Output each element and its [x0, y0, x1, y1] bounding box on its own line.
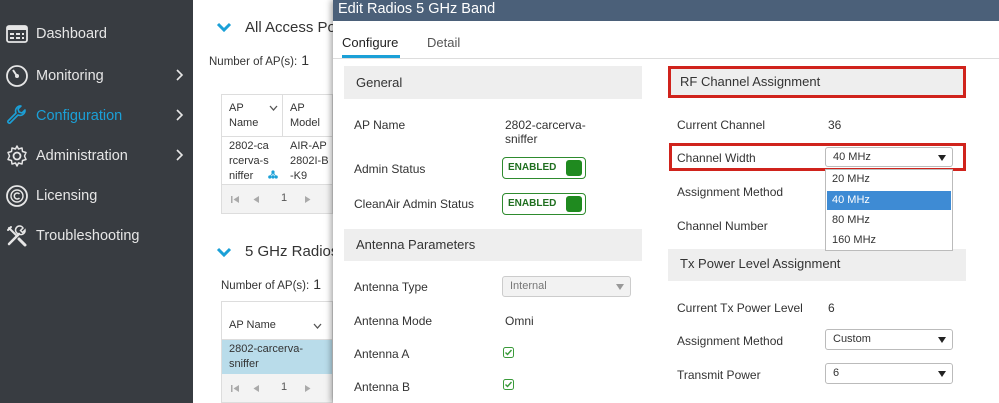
- radio-count: Number of AP(s): 1: [221, 276, 321, 292]
- ap-model-cell: AIR-AP2802I-B-K9: [290, 140, 329, 182]
- tx-assignment-method-label: Assignment Method: [677, 334, 784, 348]
- sidebar-item-label: Administration: [36, 148, 128, 164]
- channel-number-label: Channel Number: [677, 219, 768, 233]
- sidebar: Dashboard Monitoring Configuration Admin…: [0, 0, 193, 403]
- channel-width-label: Channel Width: [677, 151, 756, 165]
- dashboard-icon: [6, 25, 28, 43]
- licensing-icon: [6, 185, 28, 207]
- admin-status-toggle[interactable]: ENABLED: [502, 157, 586, 179]
- sidebar-item-label: Dashboard: [36, 26, 107, 42]
- channel-width-select[interactable]: 40 MHz: [825, 147, 953, 167]
- sort-chevron-icon[interactable]: [269, 105, 278, 111]
- sidebar-item-troubleshooting[interactable]: Troubleshooting: [0, 216, 193, 256]
- antenna-mode-value: Omni: [505, 314, 534, 328]
- channel-width-option-20[interactable]: 20 MHz: [827, 170, 951, 189]
- tab-detail[interactable]: Detail: [427, 35, 460, 50]
- gear-icon: [7, 145, 27, 167]
- ap-name-cell[interactable]: 2802-carcerva-sniffer: [229, 342, 319, 372]
- ap-name-value: 2802-carcerva-sniffer: [505, 118, 586, 146]
- tabs-divider: [333, 58, 999, 59]
- monitoring-icon: [6, 65, 28, 87]
- wrench-icon: [7, 105, 26, 124]
- previous-page-icon[interactable]: [252, 384, 260, 393]
- tx-power-section-header: Tx Power Level Assignment: [668, 249, 966, 281]
- current-channel-value: 36: [828, 118, 842, 132]
- rf-channel-highlight: [668, 66, 966, 98]
- channel-width-option-160[interactable]: 160 MHz: [827, 231, 951, 250]
- antenna-type-select[interactable]: Internal: [502, 276, 631, 297]
- section-title-access-points: All Access Po: [245, 19, 336, 36]
- current-tx-power-value: 6: [828, 301, 835, 315]
- antenna-mode-label: Antenna Mode: [354, 314, 433, 328]
- channel-width-option-40[interactable]: 40 MHz: [827, 191, 951, 210]
- column-header-ap-model[interactable]: AP Model: [290, 101, 330, 131]
- next-page-icon[interactable]: [304, 384, 312, 393]
- antenna-section-header: Antenna Parameters: [344, 229, 642, 261]
- cleanair-status-label: CleanAir Admin Status: [354, 197, 475, 211]
- toggle-knob: [566, 196, 582, 212]
- tx-assignment-method-value: Custom: [833, 333, 871, 345]
- caret-down-icon: [616, 284, 624, 290]
- column-header-ap-name[interactable]: AP Name: [229, 101, 261, 131]
- caret-down-icon: [938, 155, 946, 161]
- antenna-type-label: Antenna Type: [354, 280, 428, 294]
- chevron-right-icon: [176, 109, 184, 121]
- ap-name-label: AP Name: [354, 118, 406, 132]
- toggle-knob: [566, 160, 582, 176]
- current-tx-power-label: Current Tx Power Level: [677, 301, 803, 315]
- current-channel-label: Current Channel: [677, 118, 766, 132]
- channel-width-option-80[interactable]: 80 MHz: [827, 211, 951, 230]
- access-points-table: AP Name AP Model 2802-carcerva-sniffer A…: [221, 94, 333, 214]
- general-section-header: General: [344, 66, 642, 99]
- transmit-power-value: 6: [833, 367, 840, 379]
- antenna-a-checkbox[interactable]: [503, 347, 514, 358]
- chevron-right-icon: [176, 69, 184, 81]
- column-header-ap-name[interactable]: AP Name: [229, 318, 276, 333]
- transmit-power-select[interactable]: 6: [825, 363, 953, 384]
- sidebar-item-administration[interactable]: Administration: [0, 136, 193, 176]
- modal-title: Edit Radios 5 GHz Band: [333, 0, 999, 21]
- sidebar-item-licensing[interactable]: Licensing: [0, 176, 193, 216]
- page-number[interactable]: 1: [281, 192, 287, 204]
- antenna-b-checkbox[interactable]: [503, 379, 514, 390]
- antenna-type-value: Internal: [510, 280, 547, 292]
- chevron-down-icon[interactable]: [216, 246, 232, 258]
- antenna-a-label: Antenna A: [354, 347, 410, 361]
- background-content: All Access Po Number of AP(s): 1 AP Name …: [193, 0, 338, 403]
- antenna-b-label: Antenna B: [354, 380, 411, 394]
- channel-width-value: 40 MHz: [833, 151, 871, 163]
- sidebar-item-configuration[interactable]: Configuration: [0, 96, 193, 136]
- ap-count: Number of AP(s): 1: [209, 52, 309, 68]
- chevron-down-icon[interactable]: [216, 21, 232, 33]
- sidebar-item-monitoring[interactable]: Monitoring: [0, 56, 193, 96]
- rf-assignment-method-label: Assignment Method: [677, 185, 784, 199]
- caret-down-icon: [938, 371, 946, 377]
- page-number[interactable]: 1: [281, 381, 287, 393]
- sidebar-item-dashboard[interactable]: Dashboard: [0, 14, 193, 54]
- tab-configure[interactable]: Configure: [342, 35, 398, 50]
- sort-chevron-icon[interactable]: [313, 323, 322, 329]
- ap-name-cell[interactable]: 2802-carcerva-sniffer: [229, 139, 269, 184]
- admin-status-value: ENABLED: [508, 162, 557, 173]
- sidebar-item-label: Licensing: [36, 188, 98, 204]
- radios-table: AP Name 2802-carcerva-sniffer 1: [221, 301, 333, 403]
- cleanair-status-value: ENABLED: [508, 198, 557, 209]
- tools-icon: [7, 225, 27, 247]
- first-page-icon[interactable]: [230, 384, 240, 393]
- tx-assignment-method-select[interactable]: Custom: [825, 329, 953, 350]
- cleanair-status-toggle[interactable]: ENABLED: [502, 193, 586, 215]
- caret-down-icon: [938, 337, 946, 343]
- first-page-icon[interactable]: [230, 195, 240, 204]
- previous-page-icon[interactable]: [252, 195, 260, 204]
- sidebar-item-label: Monitoring: [36, 68, 104, 84]
- admin-status-label: Admin Status: [354, 162, 426, 176]
- transmit-power-label: Transmit Power: [677, 368, 761, 382]
- channel-width-dropdown: 20 MHz 40 MHz 80 MHz 160 MHz: [825, 169, 953, 251]
- chevron-right-icon: [176, 149, 184, 161]
- section-title-5ghz-radios: 5 GHz Radios: [245, 243, 339, 260]
- sidebar-item-label: Troubleshooting: [36, 228, 140, 244]
- topology-icon[interactable]: [268, 170, 278, 179]
- sidebar-item-label: Configuration: [36, 108, 123, 124]
- next-page-icon[interactable]: [304, 195, 312, 204]
